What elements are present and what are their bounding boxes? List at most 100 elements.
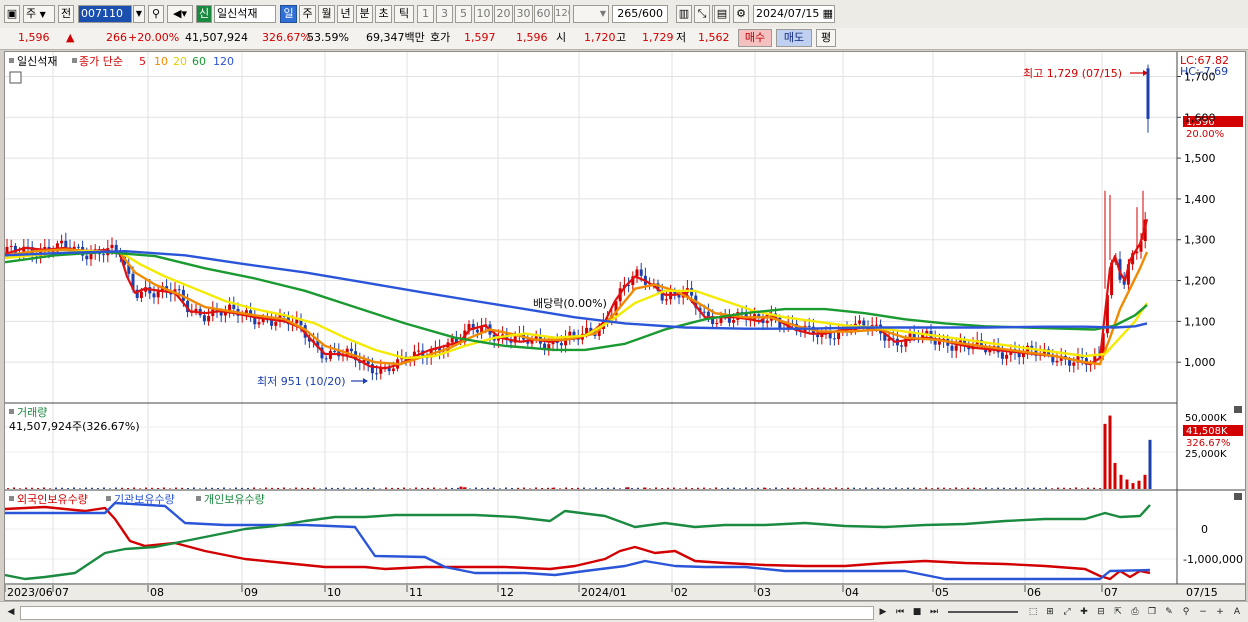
minute-unit-30[interactable]: 30 [514, 5, 533, 23]
volume-bar [464, 487, 467, 489]
period-type2-button[interactable]: 전 [58, 5, 74, 23]
timeframe-month[interactable]: 월 [318, 5, 335, 23]
timeframe-week[interactable]: 주 [299, 5, 316, 23]
stop-icon[interactable]: ■ [910, 605, 924, 619]
grid-icon[interactable]: ⊟ [1094, 605, 1108, 619]
stock-name-field[interactable]: 일신석재 [214, 5, 276, 23]
rewind-icon[interactable]: ⏮ [893, 605, 907, 619]
buy-button[interactable]: 매수 [738, 29, 772, 47]
timeframe-tick[interactable]: 틱 [394, 5, 414, 23]
collapse-holdings-icon[interactable] [1234, 493, 1242, 500]
expand-icon[interactable]: ⤢ [1060, 605, 1074, 619]
print-icon[interactable]: ⎙ [1128, 605, 1142, 619]
volume-bar [973, 488, 975, 489]
volume-bar [79, 488, 81, 489]
scroll-right-icon[interactable]: ▶ [876, 605, 890, 619]
volume-bar [775, 487, 777, 489]
unit-dropdown-icon[interactable]: ▼ [573, 5, 609, 23]
volume-bar [115, 488, 117, 489]
date-field[interactable]: 2024/07/15 ▦ [753, 5, 835, 23]
collapse-volume-icon[interactable] [1234, 406, 1242, 413]
volume-bar [295, 488, 297, 489]
candle-body [1005, 355, 1008, 359]
volume-bar [1015, 487, 1017, 489]
volume-bar [1099, 488, 1101, 489]
volume-bar [73, 487, 75, 489]
volume-bar [427, 488, 429, 489]
candle-body [85, 256, 88, 260]
table-icon[interactable] [10, 72, 21, 83]
magnifier-icon[interactable]: ⚲ [1179, 605, 1193, 619]
forward-icon[interactable]: ⏭ [927, 605, 941, 619]
volume-bar [133, 487, 135, 489]
speed-slider[interactable] [948, 611, 1018, 613]
volume-bar [433, 488, 435, 489]
chart-area[interactable]: 일신석재 종가 단순 5 10 20 60 120 LC:67.82 HC:-7… [4, 51, 1246, 601]
volume-bar [1027, 488, 1029, 489]
scroll-track[interactable] [20, 606, 874, 620]
volume-bar [853, 488, 855, 489]
edit-icon[interactable]: ✎ [1162, 605, 1176, 619]
search-icon[interactable]: ⚲ [148, 5, 164, 23]
timeframe-second[interactable]: 초 [375, 5, 392, 23]
zoom-out-icon[interactable]: − [1196, 605, 1210, 619]
volume-tag-pct: 326.67% [1186, 438, 1231, 449]
y-tick-label: 1,300 [1184, 234, 1216, 247]
period-type-select[interactable]: 주 ▼ [23, 5, 55, 23]
volume-bar [627, 487, 630, 489]
cursor-icon[interactable]: ⇱ [1111, 605, 1125, 619]
calendar-icon[interactable]: ▦ [823, 6, 834, 22]
copy-icon[interactable]: ❐ [1145, 605, 1159, 619]
layout-icon[interactable]: ⊞ [1043, 605, 1057, 619]
volume-bar [703, 488, 705, 489]
volume-tick-25000k: 25,000K [1185, 449, 1227, 460]
minute-unit-3[interactable]: 3 [436, 5, 453, 23]
timeframe-day[interactable]: 일 [280, 5, 297, 23]
volume-bar [649, 488, 651, 489]
flat-button[interactable]: 평 [816, 29, 836, 47]
volume-bar [301, 488, 303, 489]
minute-unit-5[interactable]: 5 [455, 5, 472, 23]
candle-body [333, 351, 336, 352]
chart-svg[interactable]: 일신석재 종가 단순 5 10 20 60 120 LC:67.82 HC:-7… [5, 52, 1245, 600]
legend-stock-name: 일신석재 [17, 54, 57, 68]
candle-body [203, 315, 206, 321]
volume-bar [985, 487, 987, 489]
volume-bar [907, 488, 909, 489]
volume-pct: 326.67% [262, 31, 311, 45]
zoom-fit-icon[interactable]: ⬚ [1026, 605, 1040, 619]
minute-unit-120[interactable]: 120 [554, 5, 570, 23]
stock-code-dropdown-icon[interactable]: ▼ [133, 5, 145, 23]
candle-body [808, 326, 811, 327]
volume-bar [547, 488, 549, 489]
volume-bar [421, 488, 423, 489]
gear-icon[interactable]: ⚙ [733, 5, 749, 23]
scroll-left-icon[interactable]: ◀ [4, 605, 18, 619]
draw-tool-icon[interactable]: ⤡ [694, 5, 710, 23]
crosshair-icon[interactable]: ✚ [1077, 605, 1091, 619]
minute-unit-20[interactable]: 20 [494, 5, 513, 23]
zoom-in-icon[interactable]: + [1213, 605, 1227, 619]
volume-bar [535, 487, 537, 489]
timeframe-year[interactable]: 년 [337, 5, 354, 23]
candle-body [833, 338, 836, 339]
candle-type-icon[interactable]: ▥ [676, 5, 692, 23]
sell-button[interactable]: 매도 [776, 29, 812, 47]
legend-marker [72, 58, 77, 63]
minute-unit-60[interactable]: 60 [534, 5, 553, 23]
candle-body [1056, 361, 1059, 362]
layout-icon[interactable]: ▣ [4, 5, 20, 23]
timeframe-minute[interactable]: 분 [356, 5, 373, 23]
font-size-icon[interactable]: A [1230, 605, 1244, 619]
stock-code-input[interactable]: 007110 [78, 5, 132, 23]
volume-bar [49, 488, 51, 489]
speaker-icon[interactable]: ◀▾ [167, 5, 193, 23]
volume-bar [1120, 475, 1123, 489]
save-icon[interactable]: ▤ [714, 5, 730, 23]
volume: 41,507,924 [185, 31, 248, 45]
minute-unit-10[interactable]: 10 [474, 5, 493, 23]
data-count-field[interactable]: 265/600 [612, 5, 668, 23]
volume-bar [949, 488, 951, 489]
minute-unit-1[interactable]: 1 [417, 5, 434, 23]
volume-bar [127, 488, 129, 489]
